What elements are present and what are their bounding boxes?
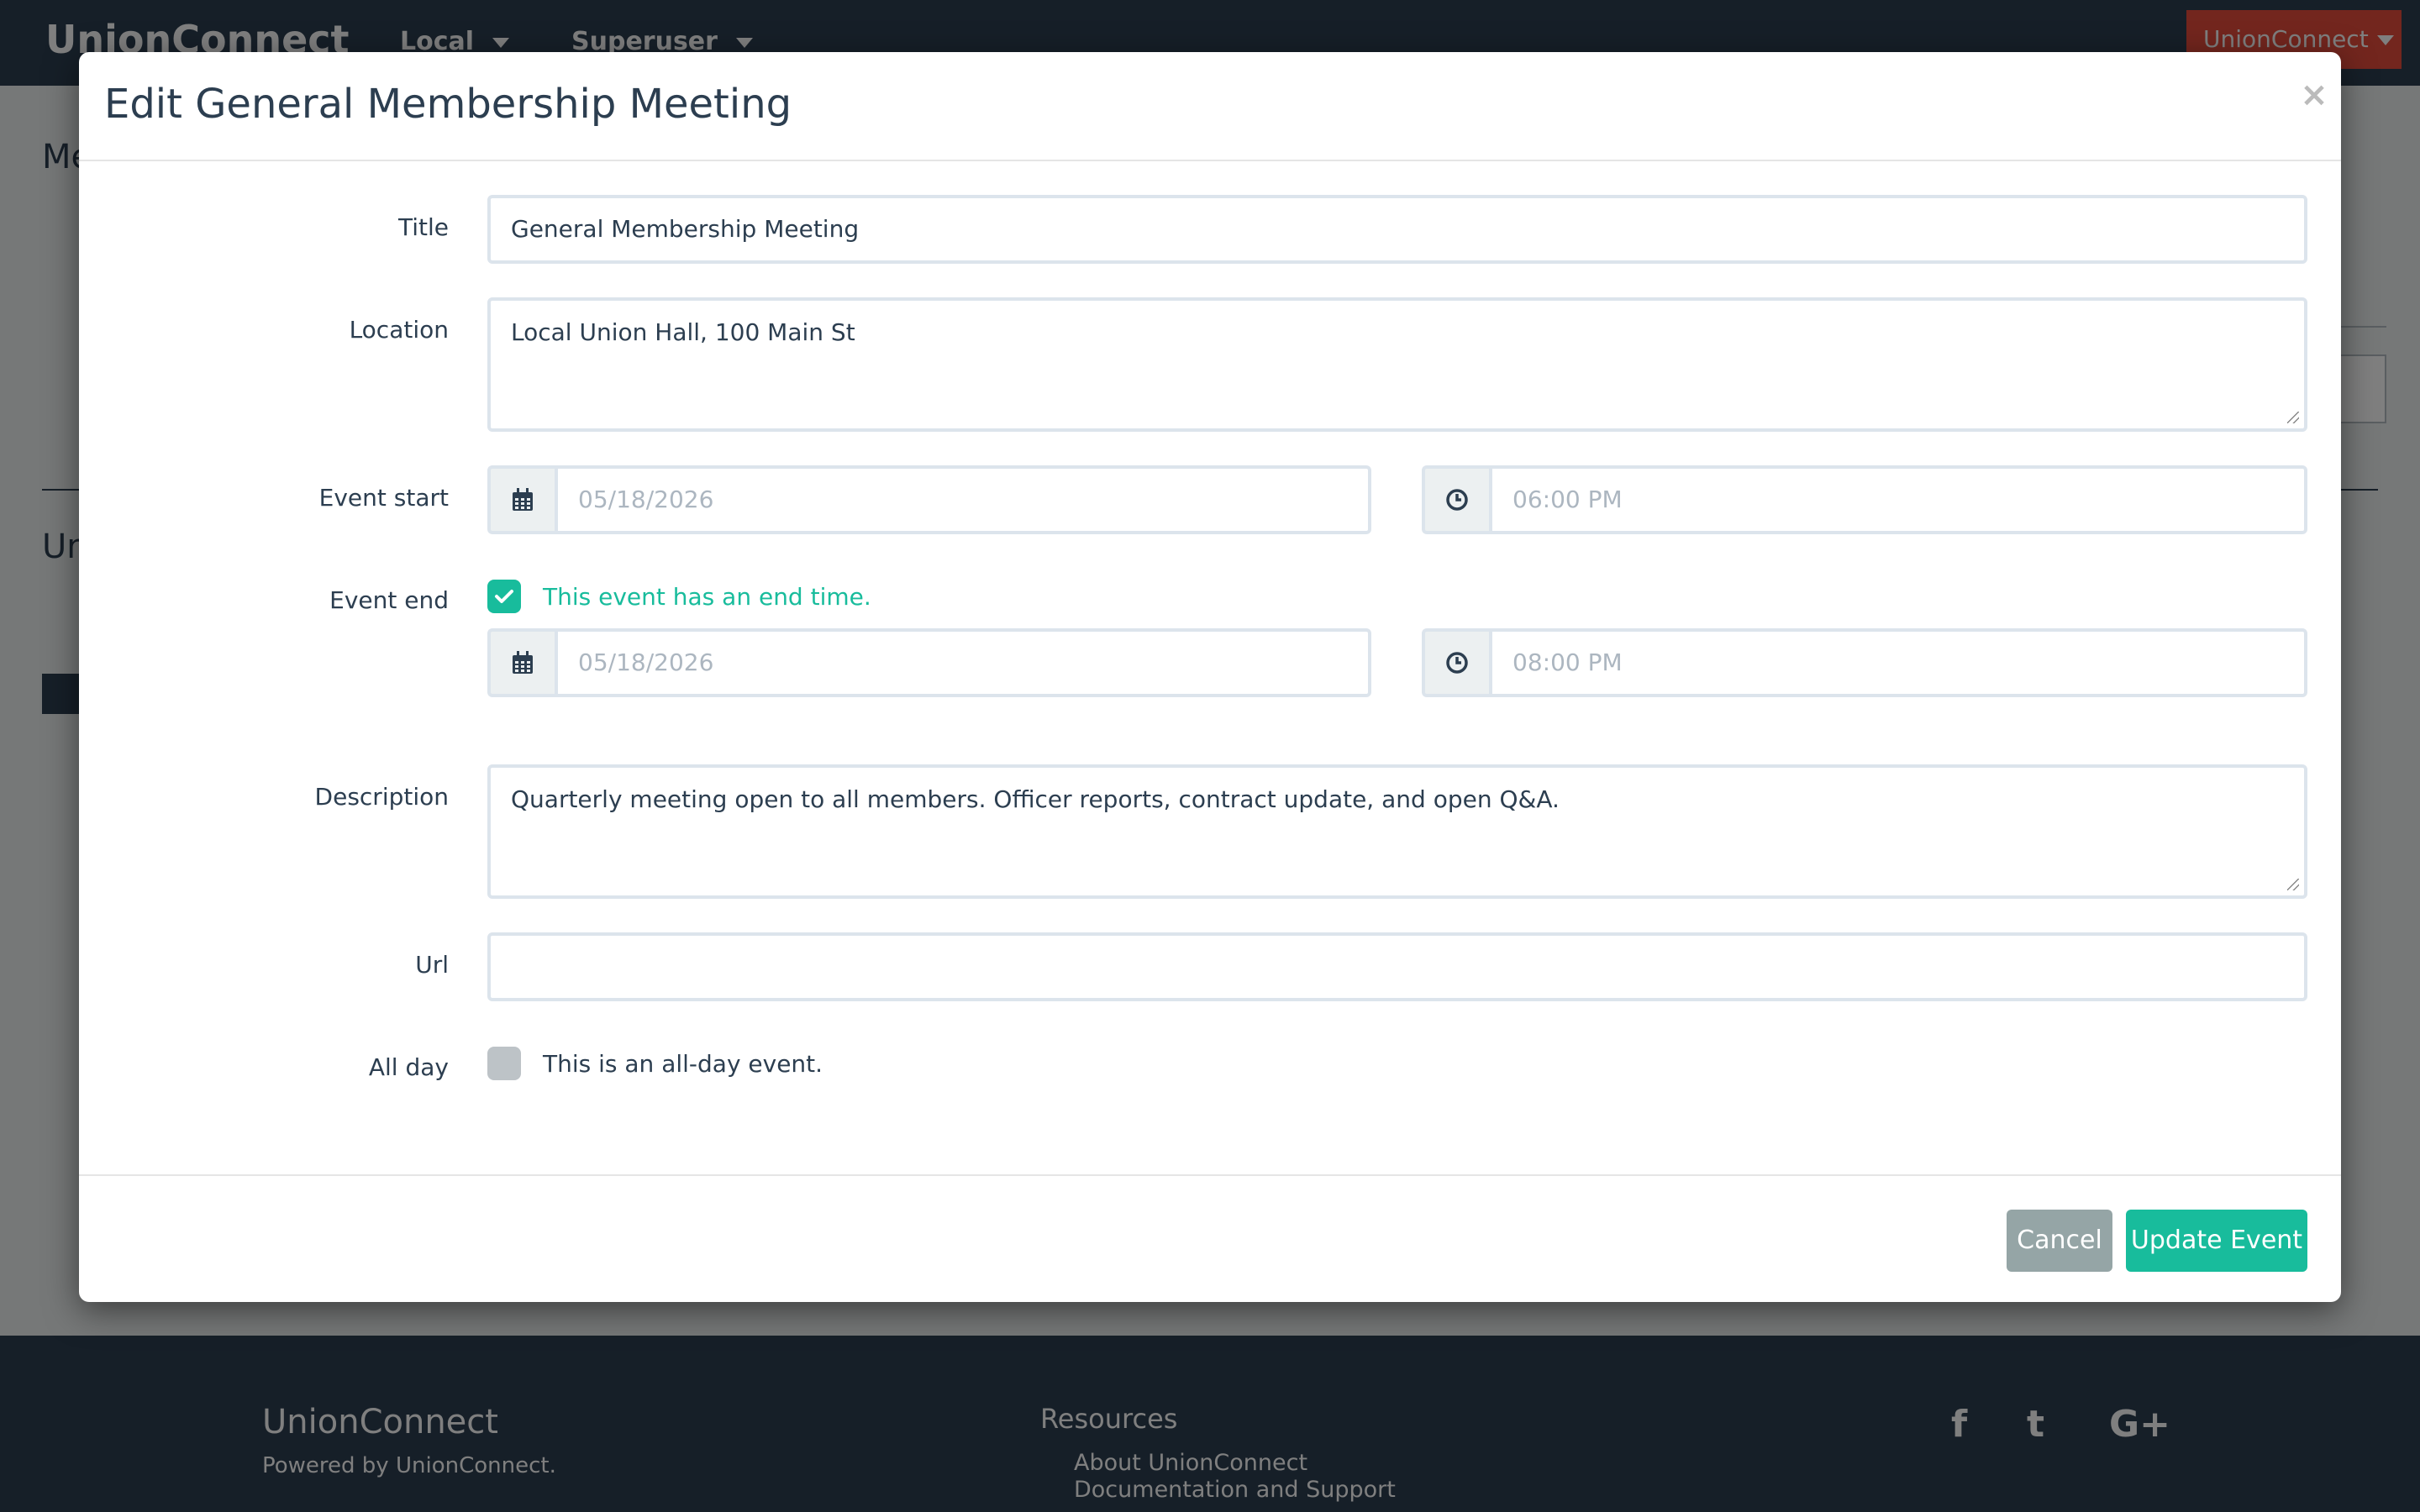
start-date-group: 05/18/2026	[487, 465, 1371, 534]
clock-icon[interactable]	[1422, 465, 1489, 534]
location-textarea[interactable]: Local Union Hall, 100 Main St	[487, 297, 2307, 432]
all-day-checkbox-row[interactable]: This is an all-day event.	[487, 1047, 823, 1080]
title-label: Title	[397, 213, 449, 241]
end-time-checkbox-row[interactable]: This event has an end time.	[487, 580, 871, 613]
modal-title: Edit General Membership Meeting	[104, 81, 792, 128]
event-end-label: Event end	[329, 586, 449, 614]
start-time-group: 06:00 PM	[1422, 465, 2307, 534]
end-date-input[interactable]: 05/18/2026	[555, 628, 1371, 697]
url-input[interactable]	[487, 932, 2307, 1001]
cancel-button[interactable]: Cancel	[2007, 1210, 2112, 1272]
end-time-input[interactable]: 08:00 PM	[1489, 628, 2307, 697]
check-icon	[495, 590, 513, 603]
end-time-group: 08:00 PM	[1422, 628, 2307, 697]
title-input[interactable]: General Membership Meeting	[487, 195, 2307, 264]
edit-event-modal: Edit General Membership Meeting × Title …	[79, 52, 2341, 1302]
description-value: Quarterly meeting open to all members. O…	[511, 785, 1560, 813]
end-time-checkbox[interactable]	[487, 580, 521, 613]
calendar-icon[interactable]	[487, 465, 555, 534]
all-day-checkbox-label[interactable]: This is an all-day event.	[543, 1050, 823, 1078]
update-event-button[interactable]: Update Event	[2126, 1210, 2307, 1272]
all-day-checkbox[interactable]	[487, 1047, 521, 1080]
description-label: Description	[314, 783, 449, 811]
end-date-group: 05/18/2026	[487, 628, 1371, 697]
start-time-input[interactable]: 06:00 PM	[1489, 465, 2307, 534]
calendar-icon[interactable]	[487, 628, 555, 697]
location-value: Local Union Hall, 100 Main St	[511, 318, 855, 346]
modal-header: Edit General Membership Meeting ×	[79, 52, 2341, 161]
location-label: Location	[349, 316, 449, 344]
all-day-label: All day	[368, 1053, 449, 1081]
event-start-label: Event start	[318, 484, 449, 512]
modal-footer: Cancel Update Event	[79, 1174, 2341, 1302]
description-textarea[interactable]: Quarterly meeting open to all members. O…	[487, 764, 2307, 899]
resize-handle-icon[interactable]	[2287, 879, 2299, 890]
close-button[interactable]: ×	[2297, 74, 2331, 116]
end-time-checkbox-label[interactable]: This event has an end time.	[543, 583, 871, 611]
start-date-input[interactable]: 05/18/2026	[555, 465, 1371, 534]
resize-handle-icon[interactable]	[2287, 412, 2299, 423]
clock-icon[interactable]	[1422, 628, 1489, 697]
url-label: Url	[415, 951, 449, 979]
